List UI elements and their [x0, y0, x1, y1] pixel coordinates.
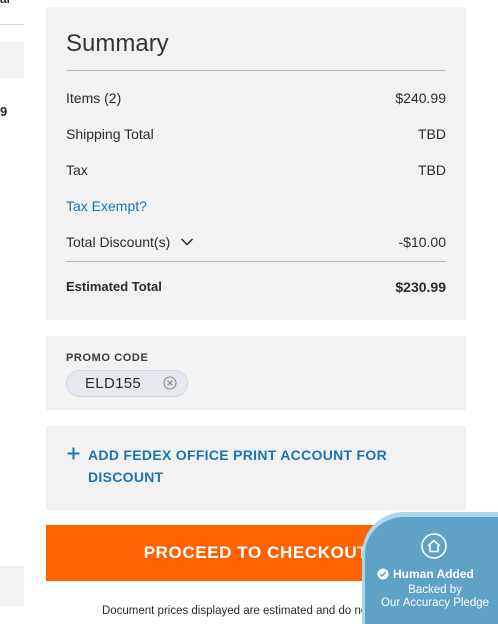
discount-label: Total Discount(s) [66, 234, 171, 250]
items-value: $240.99 [395, 90, 446, 106]
estimated-total-label: Estimated Total [66, 279, 162, 294]
promo-code-heading: PROMO CODE [66, 352, 149, 364]
promo-code-card: PROMO CODE ELD155 [46, 336, 466, 410]
tax-value: TBD [418, 162, 446, 178]
estimated-total-value: $230.99 [395, 279, 446, 295]
discount-toggle[interactable]: Total Discount(s) [66, 233, 194, 251]
badge-title: Human Added [377, 567, 498, 581]
badge-title-text: Human Added [393, 567, 474, 581]
promo-code-value: ELD155 [85, 375, 142, 392]
summary-card: Summary Items (2) $240.99 Shipping Total… [46, 7, 466, 320]
left-price-fragment: 9 [0, 104, 8, 119]
fedex-link-line1: ADD FEDEX OFFICE PRINT ACCOUNT FOR [88, 447, 388, 463]
summary-divider [66, 70, 446, 71]
shipping-value: TBD [418, 126, 446, 142]
discount-value: -$10.00 [398, 234, 446, 250]
left-gray-panel-bottom [0, 566, 24, 606]
left-column-clipped: al 9 [0, 0, 24, 624]
check-circle-icon [377, 568, 389, 580]
badge-subtitle: Backed by Our Accuracy Pledge [365, 584, 498, 610]
checkout-page: al 9 Summary Items (2) $240.99 Shipping … [0, 0, 498, 624]
promo-code-chip: ELD155 [66, 370, 188, 397]
add-fedex-account-link[interactable]: ADD FEDEX OFFICE PRINT ACCOUNT FOR DISCO… [88, 444, 428, 488]
tax-exempt-link[interactable]: Tax Exempt? [66, 197, 147, 215]
fedex-account-card: ADD FEDEX OFFICE PRINT ACCOUNT FOR DISCO… [46, 426, 466, 510]
plus-icon[interactable] [67, 447, 80, 460]
badge-subtitle-line1: Backed by [408, 584, 462, 596]
close-circle-icon[interactable] [163, 376, 177, 390]
house-icon [421, 533, 447, 559]
human-added-badge[interactable]: Human Added Backed by Our Accuracy Pledg… [362, 512, 498, 624]
fedex-link-line2: DISCOUNT [88, 469, 164, 485]
shipping-label: Shipping Total [66, 126, 154, 142]
left-divider [0, 24, 24, 25]
left-gray-panel [0, 42, 24, 78]
badge-subtitle-line2: Our Accuracy Pledge [380, 597, 490, 609]
chevron-down-icon[interactable] [180, 237, 194, 247]
left-top-fragment: al [0, 0, 10, 6]
summary-title: Summary [66, 30, 169, 57]
total-divider [66, 261, 446, 262]
tax-label: Tax [66, 162, 88, 178]
items-label: Items (2) [66, 90, 122, 106]
